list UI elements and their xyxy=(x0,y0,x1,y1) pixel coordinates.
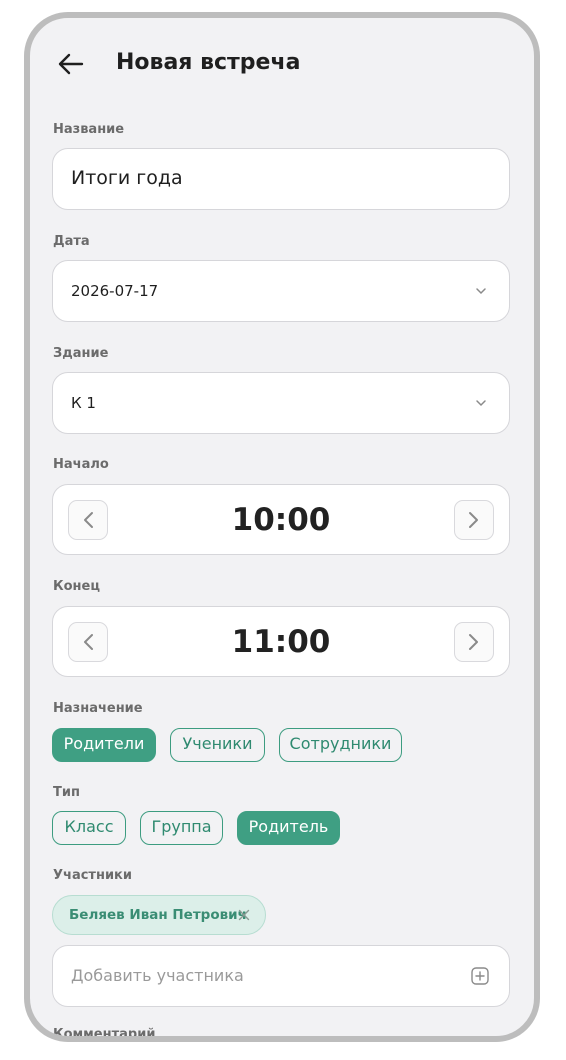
page-title: Новая встреча xyxy=(116,50,301,75)
end-increase-button[interactable] xyxy=(454,622,494,662)
participants-label: Участники xyxy=(53,868,132,883)
type-chip-group[interactable]: Группа xyxy=(140,811,223,845)
type-chip-class[interactable]: Класс xyxy=(52,811,126,845)
plus-square-icon[interactable] xyxy=(471,967,489,985)
purpose-chip-parents[interactable]: Родители xyxy=(52,728,156,762)
start-increase-button[interactable] xyxy=(454,500,494,540)
chevron-right-icon xyxy=(469,512,478,528)
type-chips: Класс Группа Родитель xyxy=(52,811,352,845)
participant-chip: Беляев Иван Петрович xyxy=(52,895,266,935)
building-select[interactable]: К 1 xyxy=(52,372,510,434)
name-label: Название xyxy=(53,122,125,137)
close-icon[interactable] xyxy=(238,909,250,921)
start-time-value: 10:00 xyxy=(231,502,331,538)
comment-label: Комментарий xyxy=(53,1027,156,1042)
arrow-left-icon xyxy=(58,53,84,75)
date-label: Дата xyxy=(53,234,90,249)
end-time-value: 11:00 xyxy=(231,624,331,660)
add-participant-input[interactable]: Добавить участника xyxy=(52,945,510,1007)
purpose-chip-staff[interactable]: Сотрудники xyxy=(279,728,402,762)
end-label: Конец xyxy=(53,579,100,594)
chevron-right-icon xyxy=(469,634,478,650)
phone-frame: Новая встреча Название Итоги года Дата 2… xyxy=(24,12,540,1042)
chevron-down-icon xyxy=(476,400,486,407)
building-label: Здание xyxy=(53,346,109,361)
new-meeting-screen: Новая встреча Название Итоги года Дата 2… xyxy=(30,18,534,1036)
type-chip-parent[interactable]: Родитель xyxy=(237,811,340,845)
back-button[interactable] xyxy=(52,46,88,82)
date-value: 2026-07-17 xyxy=(71,282,159,300)
participant-name: Беляев Иван Петрович xyxy=(69,907,247,923)
add-participant-placeholder: Добавить участника xyxy=(71,966,244,985)
app-header: Новая встреча xyxy=(30,18,534,108)
name-input[interactable]: Итоги года xyxy=(52,148,510,210)
start-label: Начало xyxy=(53,457,109,472)
building-value: К 1 xyxy=(71,394,96,412)
start-time-picker: 10:00 xyxy=(52,484,510,555)
purpose-chips: Родители Ученики Сотрудники xyxy=(52,728,412,762)
purpose-chip-students[interactable]: Ученики xyxy=(170,728,265,762)
purpose-label: Назначение xyxy=(53,701,143,716)
end-time-picker: 11:00 xyxy=(52,606,510,677)
type-label: Тип xyxy=(53,785,80,800)
name-value: Итоги года xyxy=(71,167,183,189)
date-select[interactable]: 2026-07-17 xyxy=(52,260,510,322)
chevron-down-icon xyxy=(476,288,486,295)
